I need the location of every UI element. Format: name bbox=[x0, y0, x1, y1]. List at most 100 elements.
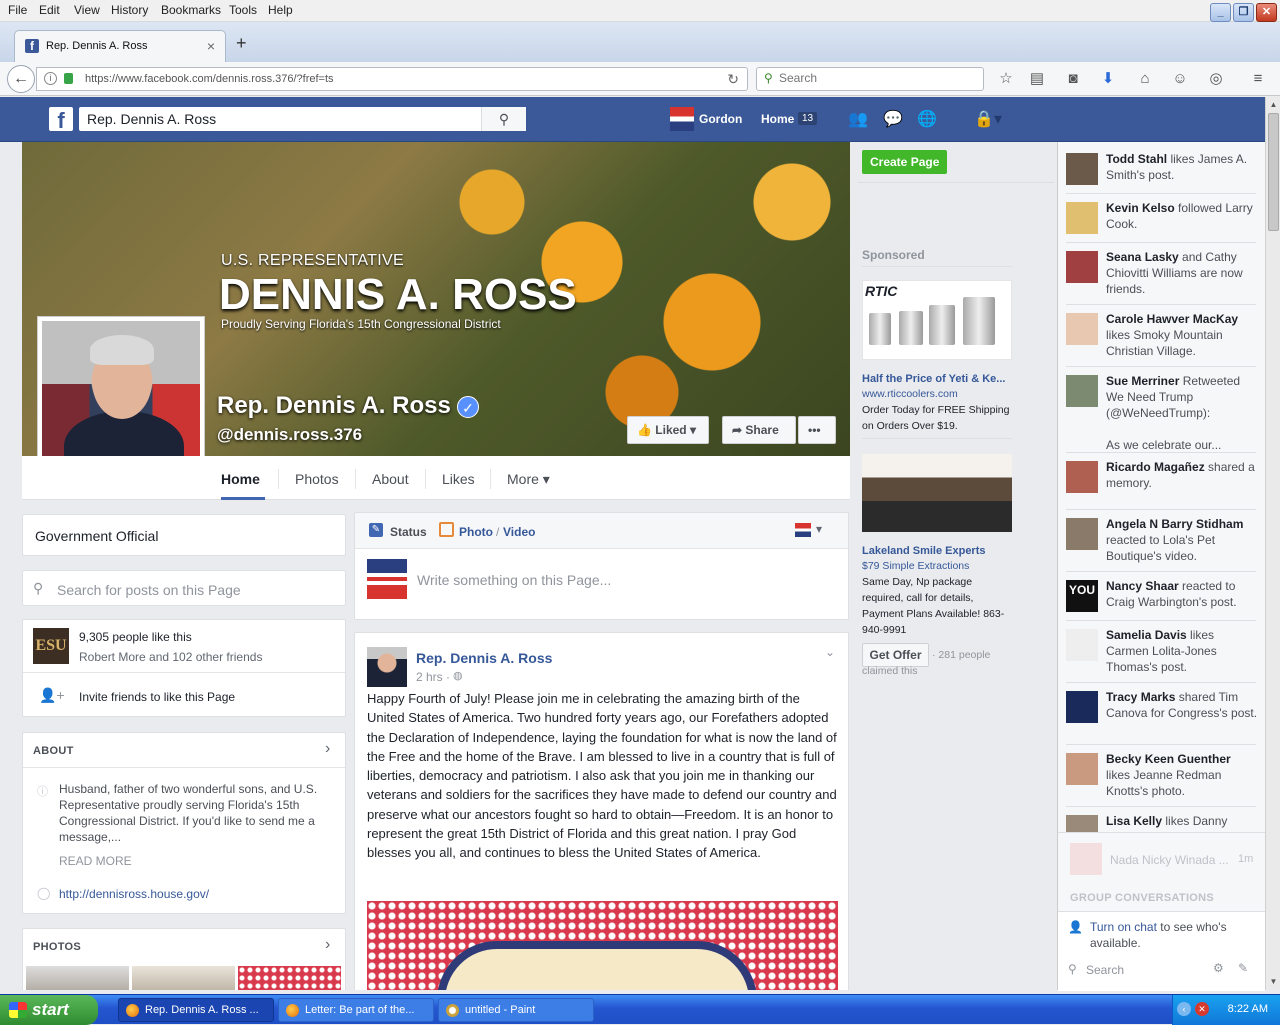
ticker-item[interactable]: Becky Keen Guenther likes Jeanne Redman … bbox=[1066, 749, 1258, 798]
security-alert-icon[interactable]: ✕ bbox=[1195, 1002, 1209, 1016]
scroll-up-icon[interactable]: ▲ bbox=[1267, 98, 1280, 112]
ticker-avatar[interactable] bbox=[1066, 313, 1098, 345]
messages-icon[interactable]: 💬 bbox=[882, 109, 904, 131]
post-author-name[interactable]: Rep. Dennis A. Ross bbox=[416, 650, 552, 666]
menu-help[interactable]: Help bbox=[268, 3, 293, 17]
page-category[interactable]: Government Official bbox=[35, 528, 158, 544]
chevron-right-icon[interactable]: › bbox=[325, 936, 330, 954]
back-button[interactable]: ← bbox=[7, 65, 35, 93]
ticker-item[interactable]: Kevin Kelso followed Larry Cook. bbox=[1066, 198, 1258, 246]
scroll-down-icon[interactable]: ▼ bbox=[1267, 975, 1280, 989]
browser-tab[interactable]: f Rep. Dennis A. Ross × bbox=[14, 30, 226, 62]
ticker-item[interactable]: Ricardo Magañez shared a memory. bbox=[1066, 457, 1258, 505]
ticker-item[interactable]: Todd Stahl likes James A. Smith's post. bbox=[1066, 149, 1258, 197]
ticker-avatar[interactable] bbox=[1066, 518, 1098, 550]
page-title[interactable]: Rep. Dennis A. Ross bbox=[217, 392, 451, 420]
ticker-item[interactable]: Tracy Marks shared Tim Canova for Congre… bbox=[1066, 687, 1258, 735]
minimize-button[interactable]: _ bbox=[1210, 3, 1231, 22]
search-icon[interactable]: ⚲ bbox=[481, 107, 526, 131]
ticker-name[interactable]: Samelia Davis bbox=[1106, 628, 1187, 642]
menu-view[interactable]: View bbox=[74, 3, 100, 17]
compose-icon[interactable]: ✎ bbox=[1238, 961, 1248, 975]
photo-thumbnail[interactable] bbox=[238, 966, 341, 990]
ticker-name[interactable]: Kevin Kelso bbox=[1106, 201, 1175, 215]
photos-header[interactable]: PHOTOS bbox=[33, 941, 81, 953]
invite-friends-link[interactable]: Invite friends to like this Page bbox=[79, 690, 235, 704]
home-icon[interactable]: ⌂ bbox=[1135, 69, 1155, 89]
create-page-button[interactable]: Create Page bbox=[862, 150, 948, 174]
chat-search-input[interactable]: Search bbox=[1086, 963, 1124, 977]
tray-expand-icon[interactable]: ‹ bbox=[1177, 1002, 1191, 1016]
chevron-down-icon[interactable]: ⌄ bbox=[825, 645, 835, 659]
ad2-url[interactable]: $79 Simple Extractions bbox=[862, 560, 969, 572]
tab-home[interactable]: Home bbox=[221, 471, 260, 487]
post-author-avatar[interactable] bbox=[367, 647, 407, 687]
notifications-globe-icon[interactable]: 🌐 bbox=[916, 109, 938, 131]
ad1-title[interactable]: Half the Price of Yeti & Ke... bbox=[862, 373, 1005, 385]
tab-photos[interactable]: Photos bbox=[295, 471, 339, 487]
home-link[interactable]: Home bbox=[761, 112, 794, 126]
taskbar-firefox-rep-ross[interactable]: Rep. Dennis A. Ross ... bbox=[118, 998, 274, 1022]
ticker-item[interactable]: YOU Nancy Shaar reacted to Craig Warbingt… bbox=[1066, 576, 1258, 624]
chevron-down-icon[interactable]: ▾ bbox=[816, 522, 822, 536]
page-search-placeholder[interactable]: Search for posts on this Page bbox=[57, 582, 241, 598]
page-scrollbar[interactable]: ▲ ▼ bbox=[1265, 97, 1280, 990]
friends-thumbnail[interactable]: ESU bbox=[33, 628, 69, 664]
share-button[interactable]: ➦ Share bbox=[722, 416, 796, 444]
menu-bookmarks[interactable]: Bookmarks bbox=[161, 3, 221, 17]
ticker-name[interactable]: Seana Lasky bbox=[1106, 250, 1179, 264]
ticker-avatar[interactable] bbox=[1066, 202, 1098, 234]
ticker-avatar[interactable] bbox=[1066, 375, 1098, 407]
url-bar[interactable]: i https://www.facebook.com/dennis.ross.3… bbox=[36, 67, 748, 91]
read-more-link[interactable]: READ MORE bbox=[59, 854, 132, 868]
likes-count[interactable]: 9,305 people like this bbox=[79, 630, 192, 644]
bookmark-star-icon[interactable]: ☆ bbox=[996, 69, 1016, 89]
ticker-name[interactable]: Tracy Marks bbox=[1106, 690, 1175, 704]
ticker-name[interactable]: Ricardo Magañez bbox=[1106, 460, 1205, 474]
ticker-item[interactable]: Sue Merriner Retweeted We Need Trump (@W… bbox=[1066, 371, 1258, 452]
page-post-search[interactable]: ⚲ Search for posts on this Page bbox=[22, 570, 346, 606]
rtic-ad-image[interactable]: RTIC bbox=[862, 280, 1012, 360]
tab-likes[interactable]: Likes bbox=[442, 471, 475, 487]
maximize-button[interactable]: ❐ bbox=[1233, 3, 1254, 22]
ticker-item[interactable]: Carole Hawver MacKay likes Smoky Mountai… bbox=[1066, 309, 1258, 358]
tab-more[interactable]: More ▾ bbox=[507, 471, 550, 488]
ticker-item[interactable]: Samelia Davis likes Carmen Lolita-Jones … bbox=[1066, 625, 1258, 674]
start-button[interactable]: start bbox=[0, 995, 98, 1025]
more-options-button[interactable]: ••• bbox=[798, 416, 836, 444]
taskbar-firefox-letter[interactable]: Letter: Be part of the... bbox=[278, 998, 434, 1022]
turn-on-chat-link[interactable]: Turn on chat bbox=[1090, 920, 1157, 934]
facebook-search-input[interactable] bbox=[87, 111, 477, 127]
photo-tab[interactable]: Photo bbox=[459, 525, 493, 539]
close-window-button[interactable]: ✕ bbox=[1256, 3, 1277, 22]
ad2-title[interactable]: Lakeland Smile Experts bbox=[862, 545, 986, 557]
ticker-item[interactable]: Angela N Barry Stidham reacted to Lola's… bbox=[1066, 514, 1258, 563]
ticker-avatar[interactable]: YOU bbox=[1066, 580, 1098, 612]
addon-icon[interactable]: ◎ bbox=[1206, 69, 1226, 89]
facebook-logo-icon[interactable]: f bbox=[49, 107, 73, 133]
facebook-search[interactable]: ⚲ bbox=[79, 107, 526, 131]
privacy-shortcuts-icon[interactable]: 🔒▾ bbox=[968, 109, 1008, 131]
menu-edit[interactable]: Edit bbox=[39, 3, 60, 17]
ticker-item[interactable]: Seana Lasky and Cathy Chiovitti Williams… bbox=[1066, 247, 1258, 296]
info-icon[interactable]: i bbox=[44, 72, 57, 85]
chevron-right-icon[interactable]: › bbox=[325, 740, 330, 758]
close-tab-icon[interactable]: × bbox=[207, 38, 215, 54]
ticker-avatar[interactable] bbox=[1066, 251, 1098, 283]
liked-button[interactable]: 👍 Liked ▾ bbox=[627, 416, 709, 444]
scroll-thumb[interactable] bbox=[1268, 113, 1279, 231]
taskbar-paint[interactable]: untitled - Paint bbox=[438, 998, 594, 1022]
photo-thumbnail[interactable] bbox=[132, 966, 235, 990]
ticker-name[interactable]: Lisa Kelly bbox=[1106, 814, 1162, 828]
likes-friends[interactable]: Robert More and 102 other friends bbox=[79, 650, 262, 664]
browser-search-box[interactable]: ⚲ bbox=[756, 67, 984, 91]
ticker-name[interactable]: Nancy Shaar bbox=[1106, 579, 1179, 593]
menu-tools[interactable]: Tools bbox=[229, 3, 257, 17]
ticker-name[interactable]: Angela N Barry Stidham bbox=[1106, 517, 1243, 531]
post-image[interactable] bbox=[367, 901, 838, 990]
website-link[interactable]: http://dennisross.house.gov/ bbox=[59, 887, 209, 901]
composer-input[interactable]: Write something on this Page... bbox=[417, 572, 611, 588]
download-icon[interactable]: ⬇ bbox=[1098, 69, 1118, 89]
status-tab[interactable]: Status bbox=[390, 525, 427, 539]
reading-list-icon[interactable]: ▤ bbox=[1027, 69, 1047, 89]
